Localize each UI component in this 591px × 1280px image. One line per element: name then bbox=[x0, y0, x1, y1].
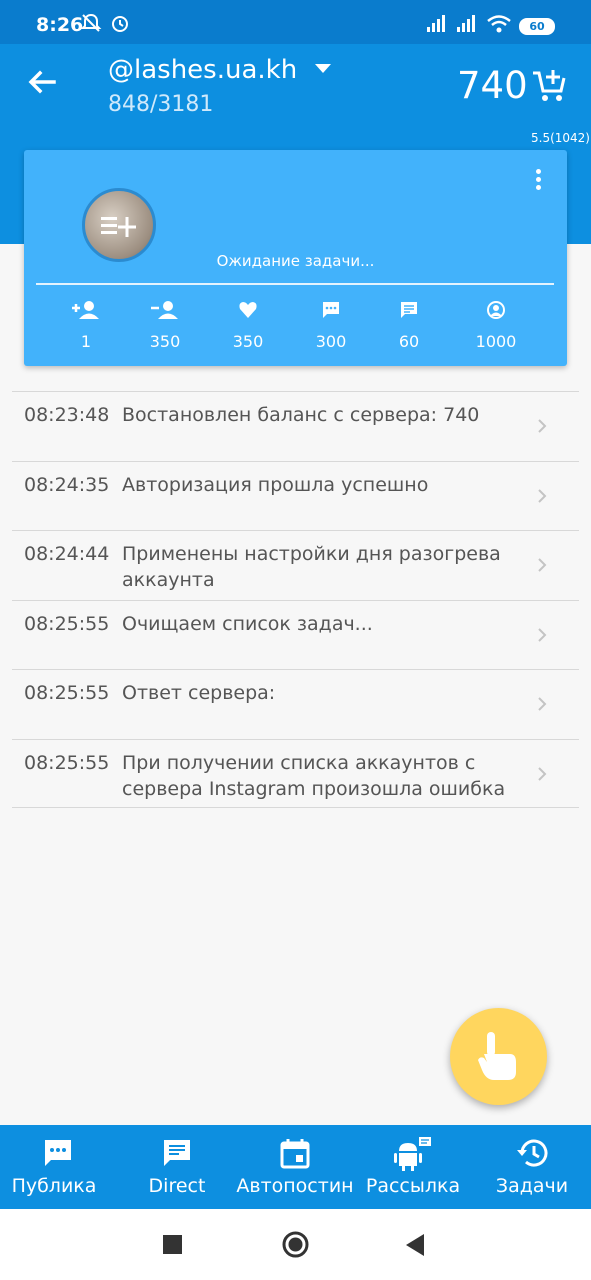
status-bar: 8:26 60 bbox=[0, 0, 591, 44]
stat-messages[interactable]: 60 bbox=[374, 300, 444, 351]
app-bar: @lashes.ua.kh 848/3181 740 bbox=[0, 44, 591, 128]
chevron-right-icon bbox=[538, 697, 547, 711]
home-button[interactable] bbox=[282, 1231, 309, 1258]
task-status: Ожидание задачи... bbox=[216, 252, 375, 270]
list-item[interactable]: 08:23:48 Востановлен баланс с сервера: 7… bbox=[12, 391, 579, 461]
system-back-button[interactable] bbox=[406, 1234, 426, 1256]
heart-icon bbox=[239, 302, 257, 318]
list-item[interactable]: 08:24:44 Применены настройки дня разогре… bbox=[12, 530, 579, 600]
log-list: 08:23:48 Востановлен баланс с сервера: 7… bbox=[12, 391, 579, 808]
app-version: 5.5(1042) bbox=[531, 131, 590, 145]
stat-value: 350 bbox=[149, 332, 181, 351]
history-icon bbox=[517, 1139, 548, 1167]
chevron-right-icon bbox=[538, 627, 547, 642]
notifications-off-icon bbox=[80, 13, 102, 32]
list-item[interactable]: 08:24:35 Авторизация прошла успешно bbox=[12, 460, 579, 531]
chevron-right-icon bbox=[538, 488, 547, 503]
balance-value: 740 bbox=[457, 64, 528, 107]
stat-value: 1 bbox=[80, 332, 92, 351]
nav-label: Публика bbox=[11, 1175, 97, 1197]
avatar bbox=[82, 188, 156, 262]
log-message: Очищаем список задач... bbox=[122, 612, 373, 635]
chevron-right-icon bbox=[538, 766, 547, 781]
log-message: Авторизация прошла успешно bbox=[122, 473, 429, 496]
system-navigation-bar bbox=[0, 1209, 591, 1280]
nav-label: Задачи bbox=[495, 1175, 569, 1197]
dropdown-arrow-icon[interactable] bbox=[315, 64, 331, 74]
stat-follow[interactable]: 1 bbox=[51, 300, 121, 351]
nav-label: Рассылка bbox=[365, 1175, 461, 1197]
status-time: 8:26 bbox=[36, 14, 84, 36]
stat-stories[interactable]: 1000 bbox=[461, 300, 531, 351]
log-time: 08:25:55 bbox=[24, 751, 110, 774]
log-time: 08:24:44 bbox=[24, 543, 110, 565]
card-divider bbox=[36, 283, 554, 285]
log-time: 08:25:55 bbox=[24, 682, 110, 704]
signal-icon bbox=[427, 15, 445, 32]
stat-value: 1000 bbox=[475, 332, 517, 351]
signal-icon-2 bbox=[457, 15, 475, 32]
unfollow-icon bbox=[151, 301, 178, 319]
list-item[interactable]: 08:25:55 Ответ сервера: bbox=[12, 669, 579, 739]
nav-direct[interactable]: Direct bbox=[128, 1125, 226, 1209]
more-options-icon[interactable] bbox=[528, 166, 548, 194]
stat-unfollow[interactable]: 350 bbox=[130, 300, 200, 351]
log-time: 08:25:55 bbox=[24, 612, 110, 635]
back-arrow-icon[interactable] bbox=[26, 66, 58, 98]
message-icon bbox=[401, 302, 417, 318]
chevron-right-icon bbox=[538, 558, 547, 572]
log-time: 08:23:48 bbox=[24, 404, 110, 426]
account-card: Ожидание задачи... 1 350 350 300 60 1000 bbox=[24, 150, 567, 366]
stat-comments[interactable]: 300 bbox=[296, 300, 366, 351]
wifi-icon bbox=[487, 15, 511, 33]
add-to-cart-icon[interactable] bbox=[531, 68, 567, 104]
comment-icon bbox=[323, 302, 339, 318]
follow-icon bbox=[72, 301, 99, 319]
nav-autopost[interactable]: Автопостин bbox=[236, 1125, 354, 1209]
nav-label: Direct bbox=[148, 1175, 206, 1197]
nav-mailing[interactable]: Рассылка bbox=[362, 1125, 464, 1209]
log-message: Востановлен баланс с сервера: 740 bbox=[122, 404, 480, 426]
chat-bubble-icon bbox=[45, 1140, 71, 1166]
avatar-logo-icon bbox=[101, 217, 136, 237]
battery-indicator: 60 bbox=[519, 18, 555, 35]
stat-value: 350 bbox=[232, 332, 264, 351]
stories-icon bbox=[487, 301, 505, 319]
nav-tasks[interactable]: Задачи bbox=[486, 1125, 578, 1209]
recents-button[interactable] bbox=[163, 1235, 182, 1254]
stat-likes[interactable]: 350 bbox=[213, 300, 283, 351]
list-item[interactable]: 08:25:55 При получении списка аккаунтов … bbox=[12, 738, 579, 808]
calendar-icon bbox=[280, 1139, 310, 1169]
stat-value: 300 bbox=[315, 332, 347, 351]
stat-value: 60 bbox=[398, 332, 420, 351]
alarm-icon bbox=[112, 16, 128, 32]
account-name[interactable]: @lashes.ua.kh bbox=[108, 55, 297, 85]
list-item[interactable]: 08:25:55 Очищаем список задач... bbox=[12, 599, 579, 670]
message-icon bbox=[164, 1140, 190, 1166]
log-time: 08:24:35 bbox=[24, 473, 110, 496]
touch-hand-icon bbox=[478, 1032, 516, 1080]
bottom-navigation: Публика Direct Автопостин Рассылка Задач… bbox=[0, 1125, 591, 1209]
android-icon bbox=[394, 1137, 431, 1171]
start-task-button[interactable] bbox=[450, 1008, 547, 1105]
chevron-right-icon bbox=[538, 419, 547, 433]
nav-label: Автопостин bbox=[236, 1175, 354, 1197]
account-counter: 848/3181 bbox=[108, 92, 214, 117]
nav-public[interactable]: Публика bbox=[0, 1125, 108, 1209]
log-message: При получении списка аккаунтов с сервера… bbox=[122, 751, 506, 800]
log-message: Ответ сервера: bbox=[122, 682, 276, 704]
log-message: Применены настройки дня разогрева аккаун… bbox=[122, 543, 501, 591]
